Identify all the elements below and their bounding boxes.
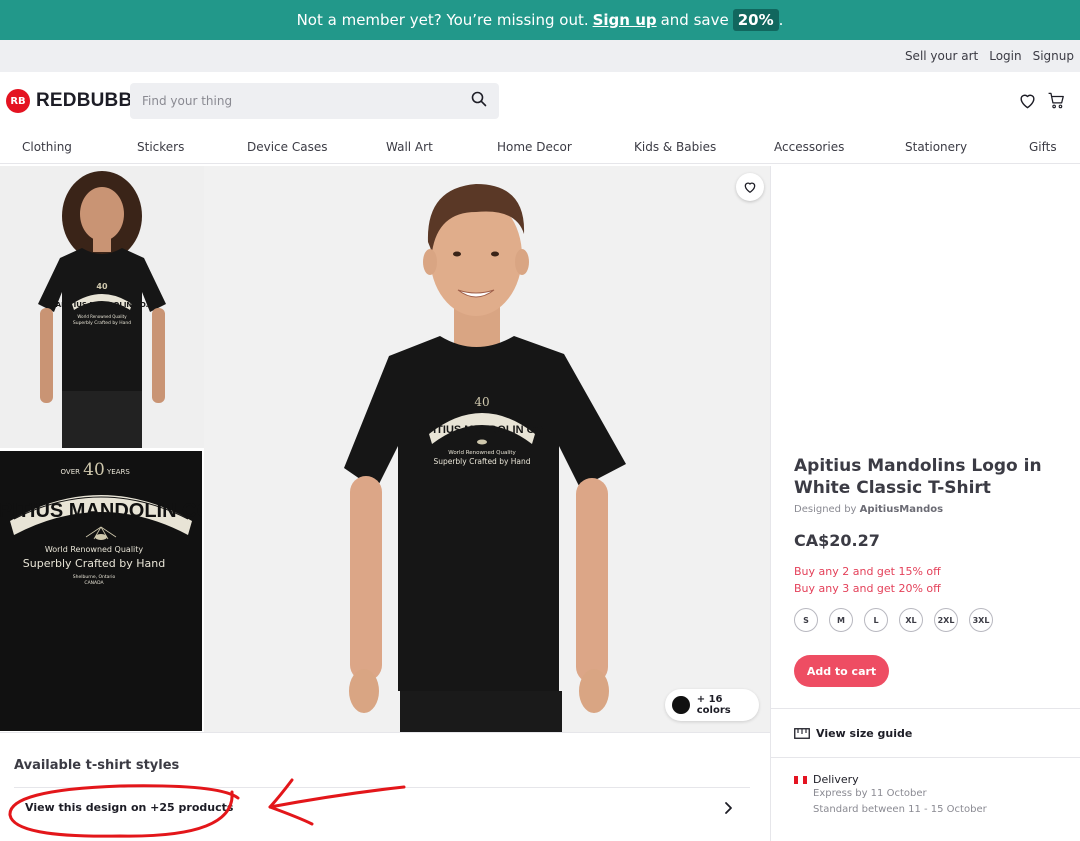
promo-text-after: and save — [660, 11, 729, 29]
size-guide-label: View size guide — [816, 727, 913, 740]
promo-trail: . — [778, 11, 784, 29]
svg-text:40: 40 — [474, 395, 489, 409]
nav-stationery[interactable]: Stationery — [905, 140, 967, 154]
nav-stickers[interactable]: Stickers — [137, 140, 184, 154]
header-icons — [1018, 91, 1066, 114]
design-tagline-1: World Renowned Quality — [45, 545, 144, 554]
utility-bar: Sell your art Login Signup — [0, 40, 1080, 72]
cart-icon[interactable] — [1047, 91, 1066, 114]
svg-text:APITIUS MANDOLIN CO.: APITIUS MANDOLIN CO. — [56, 301, 149, 309]
search-bar — [130, 83, 499, 119]
size-option-s[interactable]: S — [794, 608, 818, 632]
designer-link[interactable]: ApitiusMandos — [860, 504, 943, 515]
designed-by-label: Designed by — [794, 504, 857, 515]
size-option-3xl[interactable]: 3XL — [969, 608, 993, 632]
bulk-promo-1: Buy any 2 and get 15% off — [794, 565, 941, 578]
design-number: 40 — [83, 460, 105, 480]
promo-text: Not a member yet? You’re missing out. — [296, 11, 589, 29]
divider — [14, 787, 750, 788]
search-icon[interactable] — [471, 91, 487, 111]
nav-gifts[interactable]: Gifts — [1029, 140, 1057, 154]
design-years: YEARS — [106, 468, 130, 476]
size-option-l[interactable]: L — [864, 608, 888, 632]
site-header: RB REDBUBBLE — [0, 72, 1080, 130]
divider — [771, 708, 1080, 709]
size-option-m[interactable]: M — [829, 608, 853, 632]
svg-text:40: 40 — [96, 282, 108, 291]
svg-text:APITIUS MANDOLIN CO.: APITIUS MANDOLIN CO. — [418, 424, 546, 436]
colors-label: + 16 colors — [696, 694, 731, 716]
designed-by: Designed by ApitiusMandos — [794, 504, 943, 515]
login-link[interactable]: Login — [989, 49, 1021, 63]
size-option-2xl[interactable]: 2XL — [934, 608, 958, 632]
search-input[interactable] — [142, 94, 471, 108]
delivery-standard: Standard between 11 - 15 October — [813, 804, 987, 815]
heart-icon[interactable] — [1018, 91, 1037, 114]
size-selector: S M L XL 2XL 3XL — [794, 608, 1004, 632]
view-design-products-link[interactable]: View this design on +25 products — [25, 801, 233, 814]
discount-badge: 20% — [732, 9, 779, 31]
divider — [0, 732, 770, 733]
svg-text:World Renowned Quality: World Renowned Quality — [77, 314, 127, 319]
bulk-promo-2: Buy any 3 and get 20% off — [794, 582, 941, 595]
panel-divider — [770, 166, 771, 841]
color-swatch — [672, 696, 690, 714]
sign-up-link[interactable]: Sign up — [593, 11, 657, 29]
size-guide-link[interactable]: View size guide — [794, 727, 912, 740]
product-title: Apitius Mandolins Logo in White Classic … — [794, 456, 1042, 498]
styles-heading: Available t-shirt styles — [14, 758, 180, 773]
add-to-cart-button[interactable]: Add to cart — [794, 655, 889, 687]
delivery-express: Express by 11 October — [813, 788, 927, 799]
favorite-button[interactable] — [736, 173, 764, 201]
ruler-icon — [794, 728, 810, 739]
heart-icon — [744, 182, 756, 193]
design-location-1: Shelburne, Ontario — [73, 574, 116, 580]
delivery-label: Delivery — [813, 773, 859, 786]
nav-accessories[interactable]: Accessories — [774, 140, 844, 154]
divider — [771, 757, 1080, 758]
nav-wall-art[interactable]: Wall Art — [386, 140, 433, 154]
product-price: CA$20.27 — [794, 531, 880, 550]
delivery-title: Delivery — [794, 773, 859, 786]
nav-clothing[interactable]: Clothing — [22, 140, 72, 154]
svg-text:World Renowned Quality: World Renowned Quality — [448, 450, 516, 456]
nav-home-decor[interactable]: Home Decor — [497, 140, 572, 154]
thumbnail-design[interactable]: OVER 40 YEARS APITIUS MANDOLIN CO. World… — [0, 451, 202, 731]
promo-banner: Not a member yet? You’re missing out. Si… — [0, 0, 1080, 40]
chevron-right-icon[interactable] — [720, 800, 736, 820]
thumbnail-model-woman[interactable]: 40 APITIUS MANDOLIN CO. World Renowned Q… — [0, 166, 204, 448]
size-option-xl[interactable]: XL — [899, 608, 923, 632]
signup-link[interactable]: Signup — [1033, 49, 1074, 63]
category-nav: Clothing Stickers Device Cases Wall Art … — [0, 130, 1080, 164]
canada-flag-icon — [794, 776, 807, 784]
nav-kids-babies[interactable]: Kids & Babies — [634, 140, 716, 154]
sell-your-art-link[interactable]: Sell your art — [905, 49, 978, 63]
svg-text:Superbly Crafted by Hand: Superbly Crafted by Hand — [433, 457, 530, 466]
design-tagline-2: Superbly Crafted by Hand — [23, 557, 165, 570]
main-product-image[interactable]: 40 APITIUS MANDOLIN CO. World Renowned Q… — [204, 166, 770, 732]
svg-text:Superbly Crafted by Hand: Superbly Crafted by Hand — [73, 320, 131, 326]
design-location-2: CANADA — [84, 580, 104, 586]
design-brand-name: APITIUS MANDOLIN CO. — [0, 500, 202, 522]
nav-device-cases[interactable]: Device Cases — [247, 140, 327, 154]
logo-mark-icon: RB — [6, 89, 30, 113]
more-colors-chip[interactable]: + 16 colors — [665, 689, 759, 721]
design-over: OVER — [61, 468, 81, 476]
